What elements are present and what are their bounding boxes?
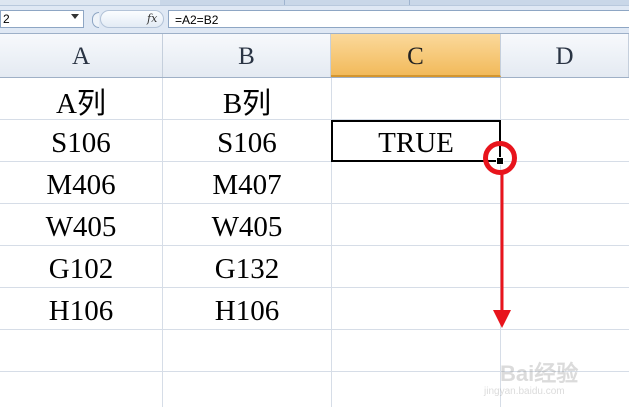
down-arrow-icon xyxy=(493,170,511,328)
watermark: Bai经验 jingyan.baidu.com xyxy=(478,354,628,406)
watermark-brand: Bai经验 xyxy=(500,361,579,386)
watermark-url: jingyan.baidu.com xyxy=(484,386,565,397)
